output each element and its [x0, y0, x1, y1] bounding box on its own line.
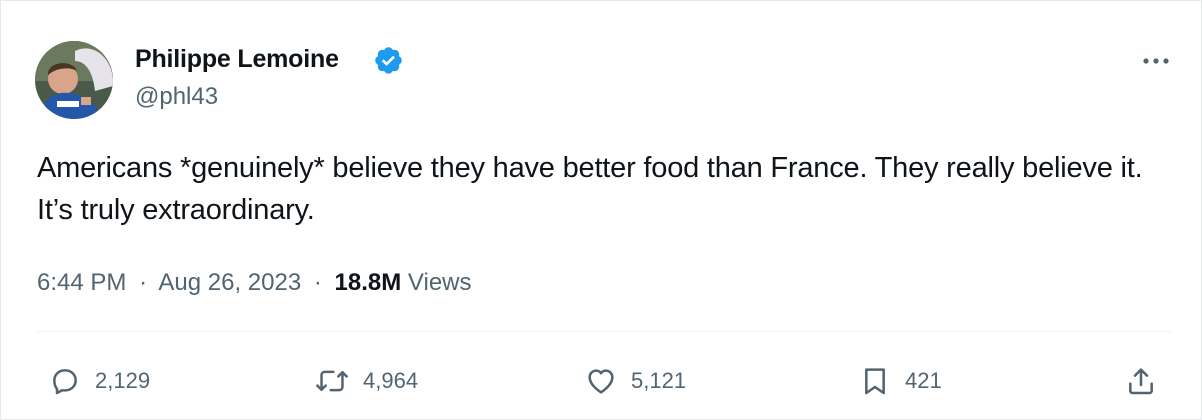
share-upload-icon [1129, 368, 1153, 395]
tweet-time[interactable]: 6:44 PM [37, 269, 126, 296]
like-count: 5,121 [631, 368, 687, 393]
tweet-date[interactable]: Aug 26, 2023 [158, 269, 301, 296]
avatar[interactable] [35, 41, 113, 119]
tweet-card: Philippe Lemoine @phl43 Americans *genui… [0, 0, 1202, 420]
repost-arrows-icon [316, 370, 348, 392]
meta-separator: · [313, 269, 322, 296]
author-handle[interactable]: @phl43 [135, 83, 218, 111]
like-button[interactable]: 5,121 [585, 363, 686, 399]
tweet-meta: 6:44 PM · Aug 26, 2023 · 18.8M Views [37, 269, 472, 297]
tweet-text: Americans *genuinely* believe they have … [37, 152, 1143, 226]
views-count: 18.8M [334, 269, 402, 296]
bookmark-icon [865, 368, 885, 395]
views-label: Views [407, 269, 472, 296]
divider [37, 331, 1171, 332]
bookmark-button[interactable]: 421 [859, 363, 942, 399]
bookmark-count: 421 [905, 368, 942, 393]
reply-button[interactable]: 2,129 [49, 363, 150, 399]
author-name[interactable]: Philippe Lemoine [135, 45, 339, 74]
repost-button[interactable]: 4,964 [315, 363, 418, 399]
heart-icon [588, 369, 614, 394]
verified-badge-icon [375, 47, 402, 74]
share-button[interactable] [1125, 363, 1157, 399]
repost-count: 4,964 [363, 368, 419, 393]
reply-count: 2,129 [95, 368, 151, 393]
avatar-image [35, 41, 113, 119]
more-horizontal-icon[interactable] [1140, 51, 1172, 71]
meta-separator: · [139, 269, 148, 296]
speech-bubble-icon [53, 369, 77, 395]
